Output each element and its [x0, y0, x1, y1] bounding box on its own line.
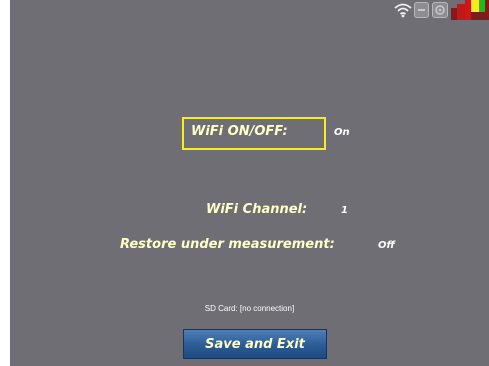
settings-screen: WiFi ON/OFF: On WiFi Channel: 1 Restore … — [10, 0, 489, 366]
settings-icon — [432, 2, 448, 18]
wifi-onoff-label[interactable]: WiFi ON/OFF: — [191, 124, 288, 139]
wifi-channel-label[interactable]: WiFi Channel: — [206, 202, 307, 217]
restore-under-measurement-value[interactable]: Off — [378, 240, 395, 251]
save-and-exit-button[interactable]: Save and Exit — [183, 329, 327, 359]
storage-icon — [414, 2, 429, 18]
wifi-channel-value[interactable]: 1 — [341, 205, 348, 216]
wifi-onoff-value[interactable]: On — [334, 127, 350, 138]
save-and-exit-label: Save and Exit — [205, 336, 305, 352]
wifi-icon — [394, 3, 412, 18]
restore-under-measurement-label[interactable]: Restore under measurement: — [120, 237, 335, 252]
level-meter-icon — [451, 0, 489, 20]
sd-card-status: SD Card: [no connection] — [204, 304, 295, 313]
